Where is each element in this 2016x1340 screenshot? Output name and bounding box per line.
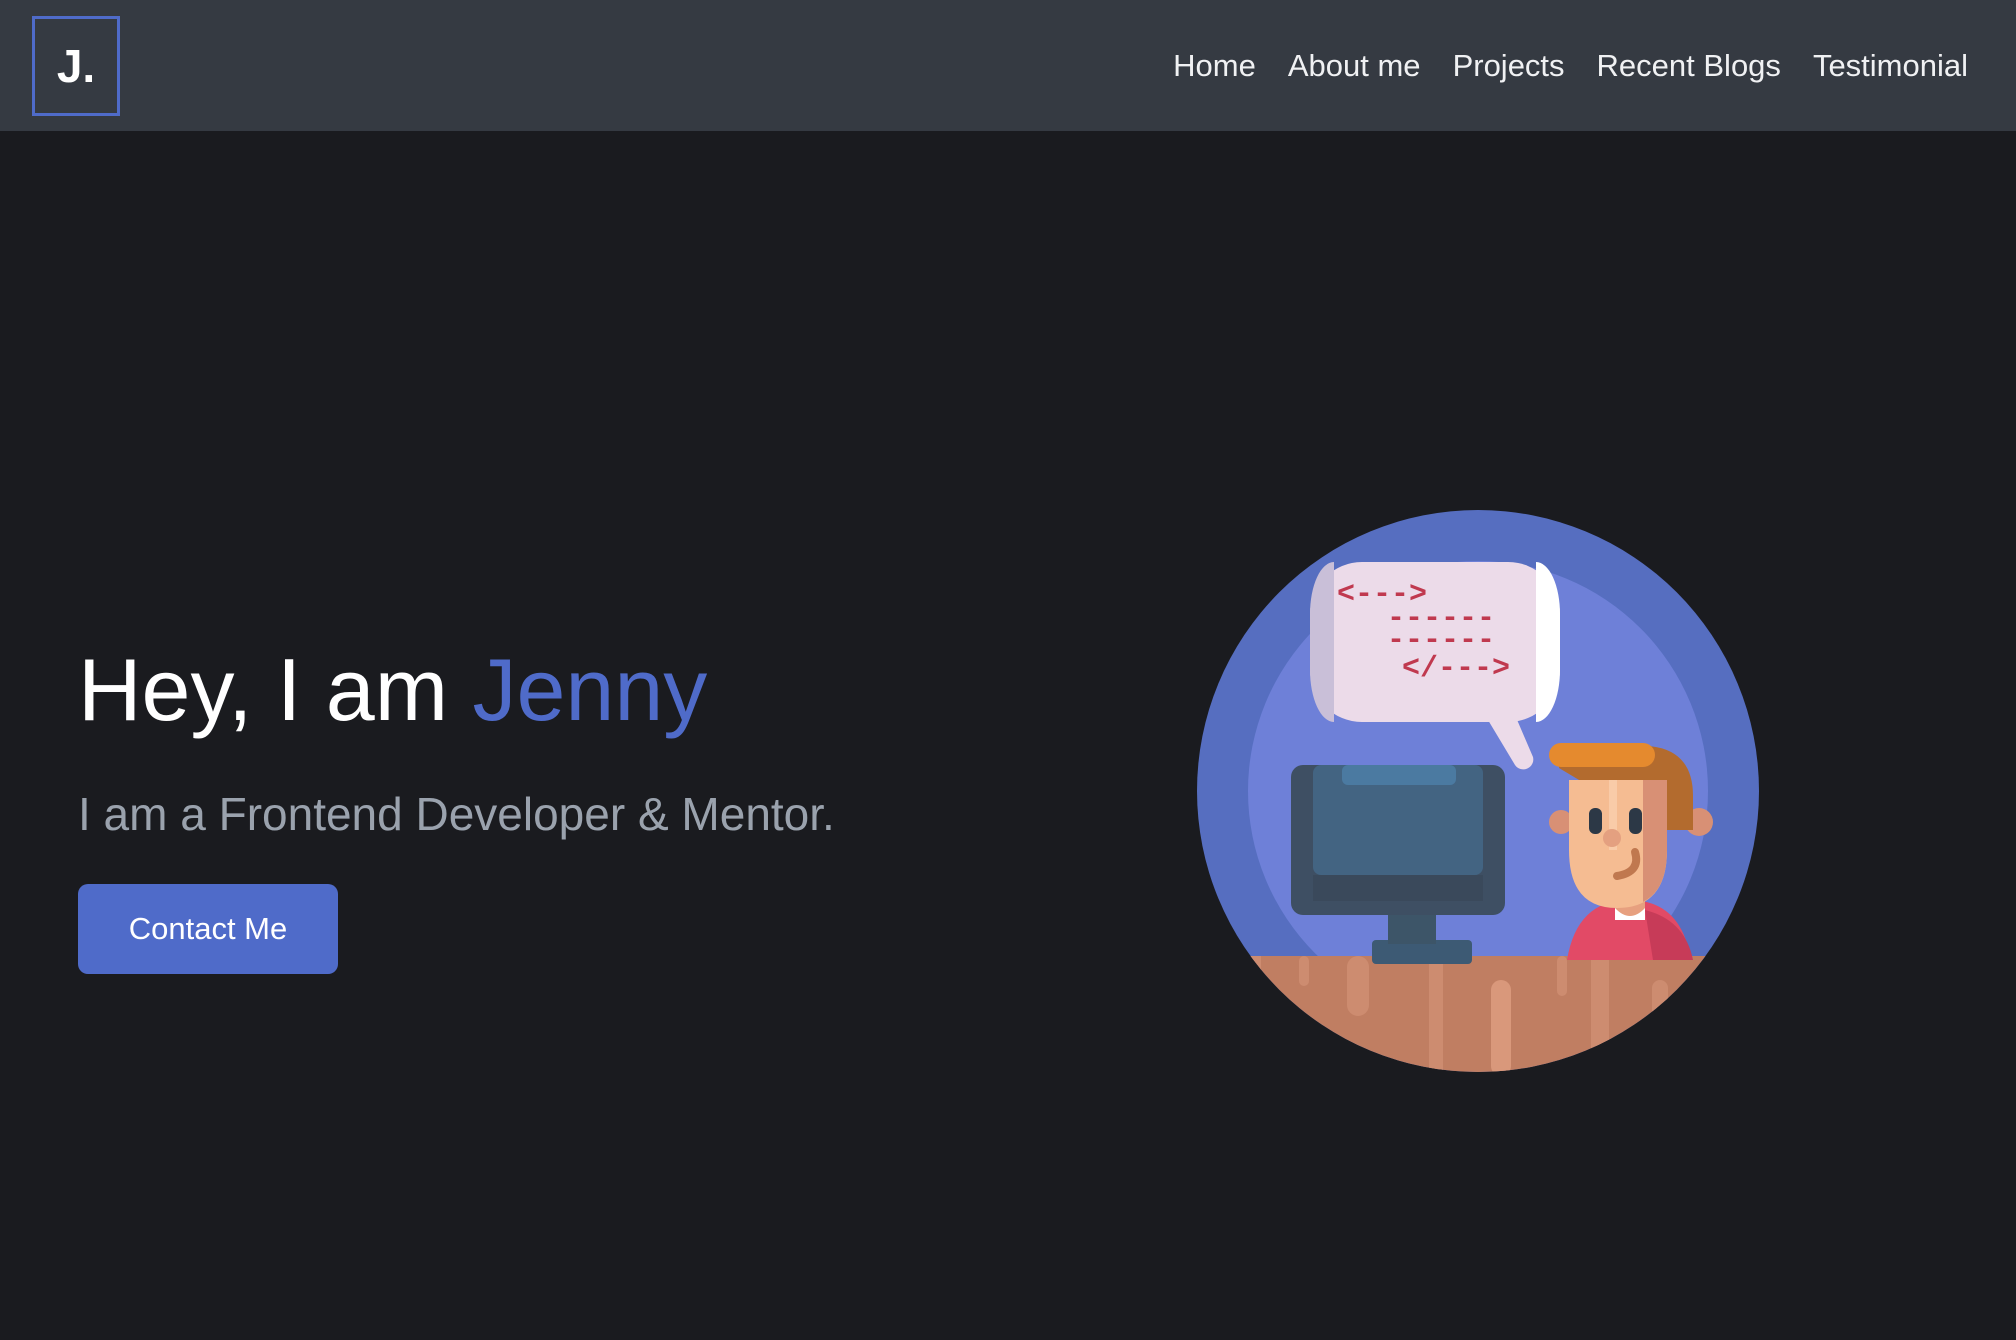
hero-greeting: Hey, I am xyxy=(78,640,473,739)
nav-link-about-me[interactable]: About me xyxy=(1288,48,1421,84)
brand-logo[interactable]: J. xyxy=(32,16,120,116)
nav-links: Home About me Projects Recent Blogs Test… xyxy=(1173,0,1968,131)
hero-subtitle: I am a Frontend Developer & Mentor. xyxy=(78,788,835,840)
contact-me-button[interactable]: Contact Me xyxy=(78,884,338,974)
nav-link-testimonial[interactable]: Testimonial xyxy=(1813,48,1968,84)
desk xyxy=(1197,956,1759,1072)
brand-logo-text: J. xyxy=(56,40,96,92)
hero-section: Hey, I am Jenny I am a Frontend Develope… xyxy=(78,630,1078,974)
code-line-4: </---> xyxy=(1402,652,1510,686)
hero-name: Jenny xyxy=(472,640,708,739)
nav-link-recent-blogs[interactable]: Recent Blogs xyxy=(1597,48,1781,84)
navbar: J. Home About me Projects Recent Blogs T… xyxy=(0,0,2016,131)
hero-title: Hey, I am Jenny xyxy=(78,630,1078,750)
developer-at-computer-illustration: <---> ------ ------ </---> xyxy=(1197,510,1759,1072)
nav-link-projects[interactable]: Projects xyxy=(1453,48,1565,84)
nav-link-home[interactable]: Home xyxy=(1173,48,1256,84)
